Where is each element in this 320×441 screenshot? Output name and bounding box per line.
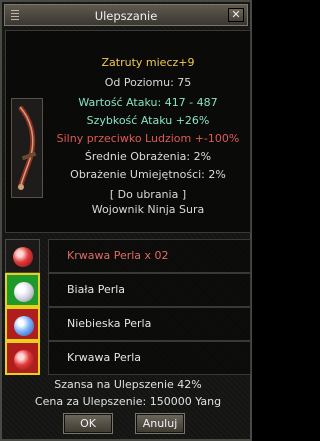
close-button[interactable]: ✕	[228, 8, 244, 22]
item-stat-line: Obrażenie Umiejętności: 2%	[70, 168, 226, 181]
material-row: Niebieska Perla	[5, 307, 251, 341]
upgrade-cost: Cena za Ulepszenie: 150000 Yang	[34, 395, 222, 408]
material-label: Niebieska Perla	[48, 307, 251, 341]
material-slot[interactable]	[5, 307, 40, 341]
item-stat-line: Średnie Obrażenia: 2%	[84, 150, 212, 163]
weapon-slot[interactable]	[11, 98, 43, 198]
title-bar[interactable]: Ulepszanie ✕	[4, 4, 248, 26]
upgrade-window: Ulepszanie ✕ Zatruty miecz+9 Od Poziomu:…	[0, 0, 252, 441]
item-stat-line: Silny przeciwko Ludziom +-100%	[56, 132, 240, 145]
close-icon: ✕	[231, 8, 241, 21]
material-row: Krwawa Perla	[5, 341, 251, 375]
item-stat-line: Szybkość Ataku +26%	[86, 114, 210, 127]
wearable-header: [ Do ubrania ]	[109, 188, 187, 201]
blue-pearl-icon	[14, 316, 34, 336]
material-row: Biała Perla	[5, 273, 251, 307]
ok-button[interactable]: OK	[63, 413, 113, 434]
cancel-button[interactable]: Anuluj	[135, 413, 185, 434]
level-requirement: Od Poziomu: 75	[104, 76, 192, 89]
sword-icon	[17, 105, 37, 190]
item-stat-line: Wartość Ataku: 417 - 487	[78, 96, 218, 109]
material-label: Krwawa Perla	[48, 341, 251, 375]
window-title: Ulepszanie	[94, 9, 158, 23]
material-label: Biała Perla	[48, 273, 251, 307]
material-slot[interactable]	[5, 239, 40, 273]
upgrade-chance: Szansa na Ulepszenie 42%	[54, 378, 202, 391]
wearable-classes: Wojownik Ninja Sura	[91, 203, 205, 216]
red-pearl-icon	[14, 350, 34, 370]
white-pearl-icon	[14, 282, 34, 302]
red-pearl-icon	[13, 247, 33, 267]
material-slot[interactable]	[5, 273, 40, 307]
item-name: Zatruty miecz+9	[101, 56, 195, 69]
material-label: Krwawa Perla x 02	[48, 239, 251, 273]
material-row: Krwawa Perla x 02	[5, 239, 251, 273]
material-slot[interactable]	[5, 341, 40, 375]
